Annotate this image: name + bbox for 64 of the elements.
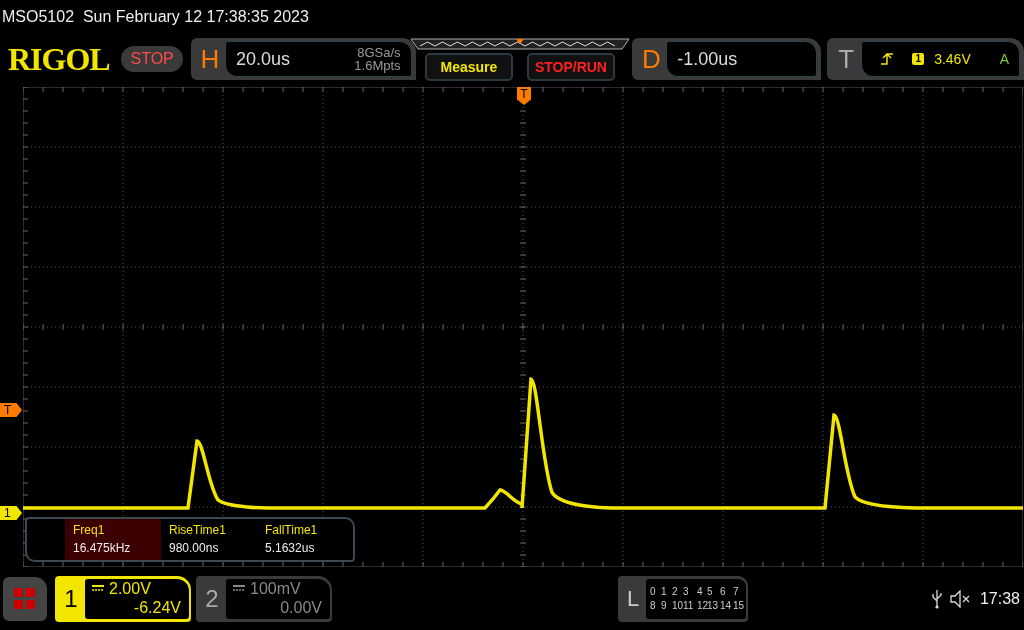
menu-button[interactable] — [3, 576, 47, 621]
channel-marker[interactable]: 1 — [0, 506, 22, 520]
delay-value: -1.00us — [677, 48, 738, 70]
logic-channel-number: 14 — [720, 600, 732, 611]
measurement-value: 980.00ns — [169, 541, 220, 555]
measurement-item[interactable]: RiseTime1 980.00ns — [161, 519, 257, 560]
logic-channel-number: 9 — [661, 600, 667, 611]
logic-label: L — [625, 585, 641, 612]
logic-channel-number: 5 — [707, 586, 713, 597]
run-state-indicator: STOP — [121, 46, 183, 72]
channel-offset: -6.24V — [133, 597, 181, 617]
brand-logo: RIGOL — [8, 40, 111, 78]
measurement-name: FallTime1 — [265, 523, 319, 537]
timebase-value: 20.0us — [235, 48, 290, 70]
measurement-value: 5.1632us — [265, 541, 316, 555]
logic-channel-number: 1 — [661, 586, 667, 597]
rising-edge-icon — [880, 52, 895, 66]
channel-offset: 0.00V — [280, 597, 322, 617]
logic-channel-number: 3 — [683, 586, 689, 597]
usb-icon — [931, 588, 942, 609]
logic-channel-number: 8 — [650, 600, 656, 611]
channel-panel[interactable]: 1 2.00V -6.24V — [55, 575, 191, 622]
horizontal-panel[interactable]: H 20.0us 8GSa/s 1.6Mpts — [190, 38, 416, 80]
logic-panel[interactable]: L 0 1 2 3 4 5 6 7 8 9 1011 1213 14 15 — [618, 575, 748, 622]
channel-scale: 2.00V — [109, 578, 151, 598]
clock-time: 17:38 — [979, 589, 1020, 608]
sample-rate: 8GSa/s — [357, 46, 401, 59]
trigger-panel[interactable]: T 1 3.46V A — [827, 38, 1024, 80]
logic-channel-number: 11 — [683, 600, 694, 611]
mute-icon — [949, 589, 972, 608]
measure-button[interactable]: Measure — [424, 52, 513, 81]
logic-channel-number: 10 — [672, 600, 684, 611]
trigger-source-badge: 1 — [912, 53, 925, 65]
trigger-label: T — [837, 43, 856, 75]
logic-channel-number: 4 — [697, 586, 703, 597]
logic-channel-number: 6 — [720, 586, 726, 597]
logic-channel-number: 12 — [697, 600, 709, 611]
channel-scale: 100mV — [250, 578, 301, 598]
dc-coupling-icon — [232, 584, 246, 592]
four-squares-icon — [14, 587, 36, 610]
channel-number: 2 — [204, 584, 220, 613]
logic-channel-number: 7 — [733, 586, 739, 597]
horizontal-label: H — [199, 43, 221, 75]
trigger-mode: A — [999, 51, 1009, 67]
trigger-position-marker[interactable]: T — [517, 87, 531, 105]
measurement-item[interactable]: Freq1 16.475kHz — [65, 519, 161, 560]
measurement-item[interactable]: FallTime1 5.1632us — [257, 519, 353, 560]
trigger-level: 3.46V — [934, 51, 971, 67]
logic-channel-number: 2 — [672, 586, 678, 597]
memory-depth: 1.6Mpts — [354, 59, 401, 72]
measurement-name: RiseTime1 — [169, 523, 227, 537]
measurement-value: 16.475kHz — [73, 541, 132, 555]
channel-panel[interactable]: 2 100mV 0.00V — [196, 575, 332, 622]
dc-coupling-icon — [91, 584, 105, 592]
delay-panel[interactable]: D -1.00us — [632, 38, 822, 80]
delay-label: D — [640, 43, 662, 75]
status-text: MSO5102 Sun February 12 17:38:35 2023 — [1, 7, 310, 27]
stop-run-button[interactable]: STOP/RUN — [526, 52, 615, 81]
measurement-name: Freq1 — [73, 523, 106, 537]
logic-channel-number: 0 — [650, 586, 656, 597]
trigger-level-marker[interactable]: T — [0, 403, 22, 417]
logic-channel-number: 15 — [733, 600, 745, 611]
logic-channel-number: 13 — [707, 600, 719, 611]
channel-number: 1 — [63, 584, 79, 613]
